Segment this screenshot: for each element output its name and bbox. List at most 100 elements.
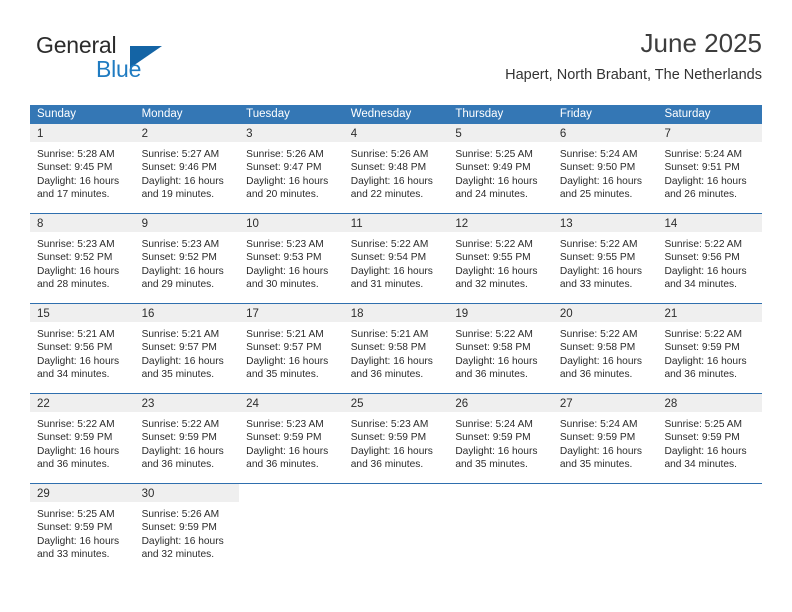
day-number: 21 [664,308,678,320]
sunset-text: Sunset: 9:59 PM [455,432,531,444]
daylight-text-1: Daylight: 16 hours [37,265,120,277]
day-cell[interactable]: 5 Sunrise: 5:25 AM Sunset: 9:49 PM Dayli… [448,124,553,213]
daylight-text-1: Daylight: 16 hours [350,445,433,457]
daylight-text-2: and 34 minutes. [37,369,110,381]
sunset-text: Sunset: 9:57 PM [246,342,322,354]
day-number-band: 12 [448,214,553,232]
day-number-band: 11 [343,214,449,232]
sunrise-text: Sunrise: 5:22 AM [559,329,638,340]
day-cell[interactable]: 8 Sunrise: 5:23 AM Sunset: 9:52 PM Dayli… [30,214,135,303]
daylight-text-2: and 22 minutes. [350,189,424,201]
day-cell[interactable]: 2 Sunrise: 5:27 AM Sunset: 9:46 PM Dayli… [134,124,240,213]
day-details: Sunrise: 5:24 AM Sunset: 9:51 PM Dayligh… [657,142,762,202]
sunrise-text: Sunrise: 5:25 AM [664,419,743,430]
day-cell[interactable]: 26 Sunrise: 5:24 AM Sunset: 9:59 PM Dayl… [448,394,553,483]
day-number-band: 18 [343,304,449,322]
day-number-band: 22 [30,394,135,412]
day-cell[interactable]: 10 Sunrise: 5:23 AM Sunset: 9:53 PM Dayl… [239,214,344,303]
day-cell[interactable]: 14 Sunrise: 5:22 AM Sunset: 9:56 PM Dayl… [657,214,763,303]
day-cell[interactable]: 7 Sunrise: 5:24 AM Sunset: 9:51 PM Dayli… [657,124,763,213]
logo-text-blue: Blue [96,56,142,82]
day-cell[interactable]: 30 Sunrise: 5:26 AM Sunset: 9:59 PM Dayl… [134,484,240,573]
day-cell-empty [239,484,344,573]
day-number-band: 2 [134,124,240,142]
daylight-text-2: and 34 minutes. [664,459,737,471]
day-cell[interactable]: 1 Sunrise: 5:28 AM Sunset: 9:45 PM Dayli… [30,124,135,213]
day-cell[interactable]: 11 Sunrise: 5:22 AM Sunset: 9:54 PM Dayl… [343,214,449,303]
day-cell[interactable]: 21 Sunrise: 5:22 AM Sunset: 9:59 PM Dayl… [657,304,763,393]
sunset-text: Sunset: 9:57 PM [141,342,217,354]
day-cell[interactable]: 19 Sunrise: 5:22 AM Sunset: 9:58 PM Dayl… [448,304,553,393]
day-number-band: 24 [239,394,344,412]
day-cell[interactable]: 23 Sunrise: 5:22 AM Sunset: 9:59 PM Dayl… [134,394,240,483]
daylight-text-1: Daylight: 16 hours [246,355,329,367]
day-details: Sunrise: 5:22 AM Sunset: 9:58 PM Dayligh… [448,322,553,382]
weekday-header-friday: Friday [559,108,592,120]
daylight-text-2: and 33 minutes. [559,279,633,291]
day-cell[interactable]: 24 Sunrise: 5:23 AM Sunset: 9:59 PM Dayl… [239,394,344,483]
daylight-text-2: and 36 minutes. [350,369,424,381]
day-details: Sunrise: 5:22 AM Sunset: 9:54 PM Dayligh… [344,232,449,292]
day-cell[interactable]: 22 Sunrise: 5:22 AM Sunset: 9:59 PM Dayl… [30,394,135,483]
day-cell[interactable]: 17 Sunrise: 5:21 AM Sunset: 9:57 PM Dayl… [239,304,344,393]
location-subtitle: Hapert, North Brabant, The Netherlands [505,67,762,83]
day-details: Sunrise: 5:23 AM Sunset: 9:52 PM Dayligh… [30,232,135,292]
daylight-text-2: and 19 minutes. [141,189,215,201]
day-cell[interactable]: 28 Sunrise: 5:25 AM Sunset: 9:59 PM Dayl… [657,394,763,483]
daylight-text-2: and 35 minutes. [141,369,215,381]
daylight-text-1: Daylight: 16 hours [559,355,643,367]
day-cell[interactable]: 20 Sunrise: 5:22 AM Sunset: 9:58 PM Dayl… [552,304,658,393]
sunset-text: Sunset: 9:59 PM [246,432,322,444]
day-number: 15 [37,308,50,320]
sunset-text: Sunset: 9:54 PM [350,252,427,264]
day-details: Sunrise: 5:23 AM Sunset: 9:52 PM Dayligh… [135,232,240,292]
day-cell[interactable]: 29 Sunrise: 5:25 AM Sunset: 9:59 PM Dayl… [30,484,135,573]
day-number: 3 [246,128,253,140]
week-row: 29 Sunrise: 5:25 AM Sunset: 9:59 PM Dayl… [30,483,763,573]
sunset-text: Sunset: 9:59 PM [37,522,113,534]
day-cell[interactable]: 12 Sunrise: 5:22 AM Sunset: 9:55 PM Dayl… [448,214,553,303]
day-cell[interactable]: 18 Sunrise: 5:21 AM Sunset: 9:58 PM Dayl… [343,304,449,393]
sunset-text: Sunset: 9:59 PM [664,432,740,444]
day-cell[interactable]: 27 Sunrise: 5:24 AM Sunset: 9:59 PM Dayl… [552,394,658,483]
sunset-text: Sunset: 9:59 PM [350,432,427,444]
week-row: 8 Sunrise: 5:23 AM Sunset: 9:52 PM Dayli… [30,213,763,303]
day-cell[interactable]: 25 Sunrise: 5:23 AM Sunset: 9:59 PM Dayl… [343,394,449,483]
day-cell-empty [657,484,763,573]
daylight-text-2: and 35 minutes. [559,459,633,471]
day-number-band [239,484,344,502]
daylight-text-2: and 36 minutes. [37,459,110,471]
daylight-text-2: and 25 minutes. [559,189,633,201]
day-details: Sunrise: 5:24 AM Sunset: 9:59 PM Dayligh… [553,412,658,472]
sunset-text: Sunset: 9:59 PM [141,522,217,534]
daylight-text-2: and 20 minutes. [246,189,319,201]
day-cell-empty [552,484,658,573]
general-blue-logo[interactable]: General Blue [36,32,216,88]
day-details: Sunrise: 5:23 AM Sunset: 9:53 PM Dayligh… [239,232,344,292]
day-number: 24 [246,398,259,410]
day-number-band: 9 [134,214,240,232]
day-number: 8 [37,218,44,230]
day-cell[interactable]: 9 Sunrise: 5:23 AM Sunset: 9:52 PM Dayli… [134,214,240,303]
day-number: 25 [350,398,364,410]
day-cell[interactable]: 15 Sunrise: 5:21 AM Sunset: 9:56 PM Dayl… [30,304,135,393]
day-cell[interactable]: 3 Sunrise: 5:26 AM Sunset: 9:47 PM Dayli… [239,124,344,213]
day-number-band: 10 [239,214,344,232]
calendar-page: General Blue June 2025 Hapert, North Bra… [0,0,792,612]
day-cell[interactable]: 6 Sunrise: 5:24 AM Sunset: 9:50 PM Dayli… [552,124,658,213]
sunrise-text: Sunrise: 5:23 AM [246,419,324,430]
day-cell[interactable]: 13 Sunrise: 5:22 AM Sunset: 9:55 PM Dayl… [552,214,658,303]
sunset-text: Sunset: 9:52 PM [141,252,217,264]
day-details: Sunrise: 5:22 AM Sunset: 9:56 PM Dayligh… [657,232,762,292]
day-cell[interactable]: 16 Sunrise: 5:21 AM Sunset: 9:57 PM Dayl… [134,304,240,393]
sunrise-text: Sunrise: 5:22 AM [664,329,743,340]
day-number-band: 16 [134,304,240,322]
day-details: Sunrise: 5:22 AM Sunset: 9:59 PM Dayligh… [135,412,240,472]
sunrise-text: Sunrise: 5:22 AM [559,239,638,250]
weekday-header-monday: Monday [141,108,183,120]
day-cell[interactable]: 4 Sunrise: 5:26 AM Sunset: 9:48 PM Dayli… [343,124,449,213]
daylight-text-2: and 36 minutes. [664,369,737,381]
sunset-text: Sunset: 9:56 PM [37,342,113,354]
daylight-text-2: and 36 minutes. [246,459,319,471]
day-number: 2 [141,128,148,140]
